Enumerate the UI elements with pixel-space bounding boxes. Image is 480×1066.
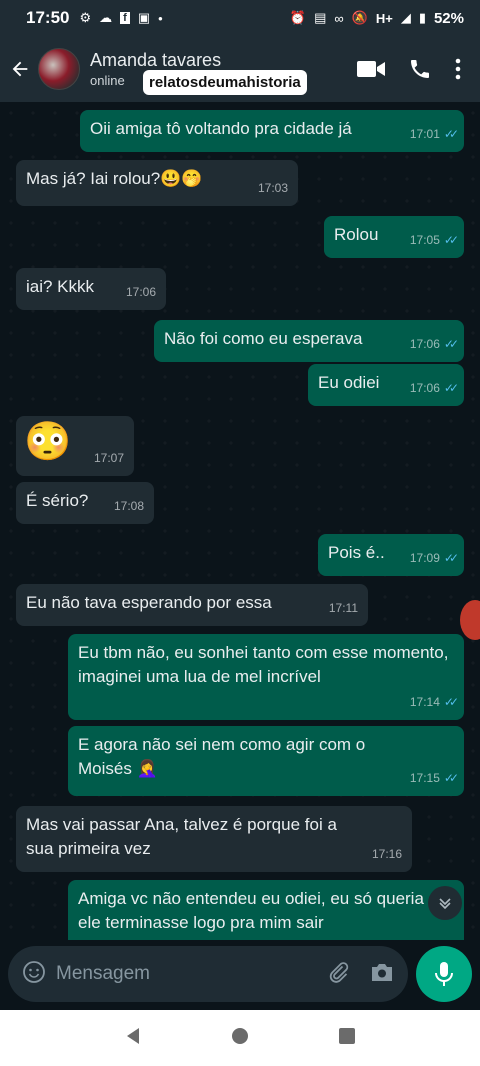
message-time: 17:16	[371, 847, 402, 861]
read-ticks-icon: ✓✓	[443, 337, 459, 351]
voice-call-icon[interactable]	[408, 57, 432, 81]
message-bubble[interactable]: Oii amiga tô voltando pra cidade já 17:0…	[80, 110, 464, 152]
battery-level: 52%	[433, 9, 464, 27]
cloud-icon: ☁	[99, 10, 113, 25]
signal-icon: ◢	[400, 10, 411, 25]
message-text: Não foi como eu esperava	[164, 329, 363, 348]
message-bubble[interactable]: Não foi como eu esperava 17:06 ✓✓	[154, 320, 464, 362]
message-time: 17:08	[113, 499, 144, 513]
message-text: Pois é..	[328, 543, 385, 562]
message-text: Eu odiei	[318, 373, 380, 392]
avatar[interactable]	[38, 48, 80, 90]
message-time: 17:11	[328, 601, 358, 615]
status-right-icons: ⏰ ▤ ∞ 🔕 H+ ◢ ▮ 52%	[290, 10, 464, 27]
cast-icon: ▤	[314, 10, 327, 25]
dot-icon: •	[158, 10, 163, 26]
message-time: 17:03	[257, 181, 288, 195]
more-options-icon[interactable]	[454, 57, 462, 81]
message-emoji: 😳	[24, 421, 72, 463]
message-text: Eu tbm não, eu sonhei tanto com esse mom…	[78, 643, 449, 686]
nav-recents-icon[interactable]	[338, 1027, 356, 1050]
message-bubble[interactable]: Mas vai passar Ana, talvez é porque foi …	[16, 806, 412, 872]
header-actions	[356, 57, 480, 81]
message-text: iai? Kkkk	[26, 277, 95, 296]
message-time: 17:07	[93, 451, 124, 465]
message-text: Mas já? Iai rolou?😃🤭	[26, 169, 203, 188]
nav-home-icon[interactable]	[231, 1027, 249, 1050]
message-time: 17:05	[409, 233, 440, 247]
mic-icon	[435, 962, 453, 986]
back-arrow-icon[interactable]	[2, 36, 38, 102]
nav-back-icon[interactable]	[124, 1027, 142, 1050]
message-text: É sério?	[26, 491, 89, 510]
alarm-icon: ⏰	[289, 10, 307, 25]
attach-icon[interactable]	[326, 960, 350, 989]
chat-area[interactable]: Oii amiga tô voltando pra cidade já 17:0…	[0, 102, 480, 940]
message-text: Eu não tava esperando por essa	[26, 593, 272, 612]
facebook-icon: f	[120, 12, 130, 24]
message-time: 17:15	[409, 771, 440, 785]
read-ticks-icon: ✓✓	[443, 771, 459, 785]
message-bubble[interactable]: Mas já? Iai rolou?😃🤭 17:03	[16, 160, 298, 206]
read-ticks-icon: ✓✓	[443, 695, 459, 709]
message-bubble[interactable]: iai? Kkkk 17:06	[16, 268, 166, 310]
message-bubble[interactable]: Amiga vc não entendeu eu odiei, eu só qu…	[68, 880, 464, 940]
mic-button[interactable]	[416, 946, 472, 1002]
message-text: Amiga vc não entendeu eu odiei, eu só qu…	[78, 889, 457, 932]
message-time: 17:06	[409, 337, 440, 351]
read-ticks-icon: ✓✓	[443, 551, 459, 565]
floating-sticker	[460, 600, 480, 640]
message-text: Oii amiga tô voltando pra cidade já	[90, 119, 352, 138]
message-input[interactable]: Mensagem	[8, 946, 408, 1002]
message-bubble[interactable]: Eu não tava esperando por essa 17:11	[16, 584, 368, 626]
message-bubble[interactable]: Eu tbm não, eu sonhei tanto com esse mom…	[68, 634, 464, 720]
watermark-label: relatosdeumahistoria	[143, 70, 307, 95]
message-time: 17:14	[409, 695, 440, 709]
message-time: 17:06	[409, 381, 440, 395]
message-bubble[interactable]: Rolou 17:05 ✓✓	[324, 216, 464, 258]
status-bar: 17:50 ⚙ ☁ f ▣ • ⏰ ▤ ∞ 🔕 H+ ◢ ▮ 52%	[0, 0, 480, 36]
message-text: E agora não sei nem como agir com o Mois…	[78, 735, 366, 778]
message-text: Mas vai passar Ana, talvez é porque foi …	[26, 815, 337, 858]
message-time: 17:09	[409, 551, 440, 565]
message-time: 17:06	[125, 285, 156, 299]
status-time: 17:50	[26, 8, 70, 27]
emoji-icon[interactable]	[22, 960, 46, 989]
system-nav-bar	[0, 1010, 480, 1066]
read-ticks-icon: ✓✓	[443, 233, 459, 247]
status-left-icons: ⚙ ☁ f ▣ •	[79, 10, 162, 26]
battery-icon: ▮	[418, 10, 426, 25]
network-type: H+	[375, 10, 393, 26]
message-bubble[interactable]: Eu odiei 17:06 ✓✓	[308, 364, 464, 406]
message-text: Rolou	[334, 225, 379, 244]
read-ticks-icon: ✓✓	[443, 127, 459, 141]
mute-icon: 🔕	[351, 10, 368, 25]
camera-icon[interactable]	[370, 961, 394, 988]
scroll-down-button[interactable]	[428, 886, 462, 920]
message-time: 17:01	[409, 127, 440, 141]
input-bar: Mensagem	[0, 940, 480, 1010]
android-icon: ▣	[137, 10, 151, 25]
message-placeholder: Mensagem	[56, 963, 150, 984]
link-icon: ∞	[334, 10, 344, 26]
gear-icon: ⚙	[79, 10, 92, 25]
message-bubble[interactable]: Pois é.. 17:09 ✓✓	[318, 534, 464, 576]
message-bubble[interactable]: É sério? 17:08	[16, 482, 154, 524]
contact-name: Amanda tavares	[90, 50, 222, 70]
message-bubble[interactable]: E agora não sei nem como agir com o Mois…	[68, 726, 464, 796]
message-bubble[interactable]: 😳 17:07	[16, 416, 134, 476]
video-call-icon[interactable]	[356, 58, 386, 80]
read-ticks-icon: ✓✓	[443, 381, 459, 395]
